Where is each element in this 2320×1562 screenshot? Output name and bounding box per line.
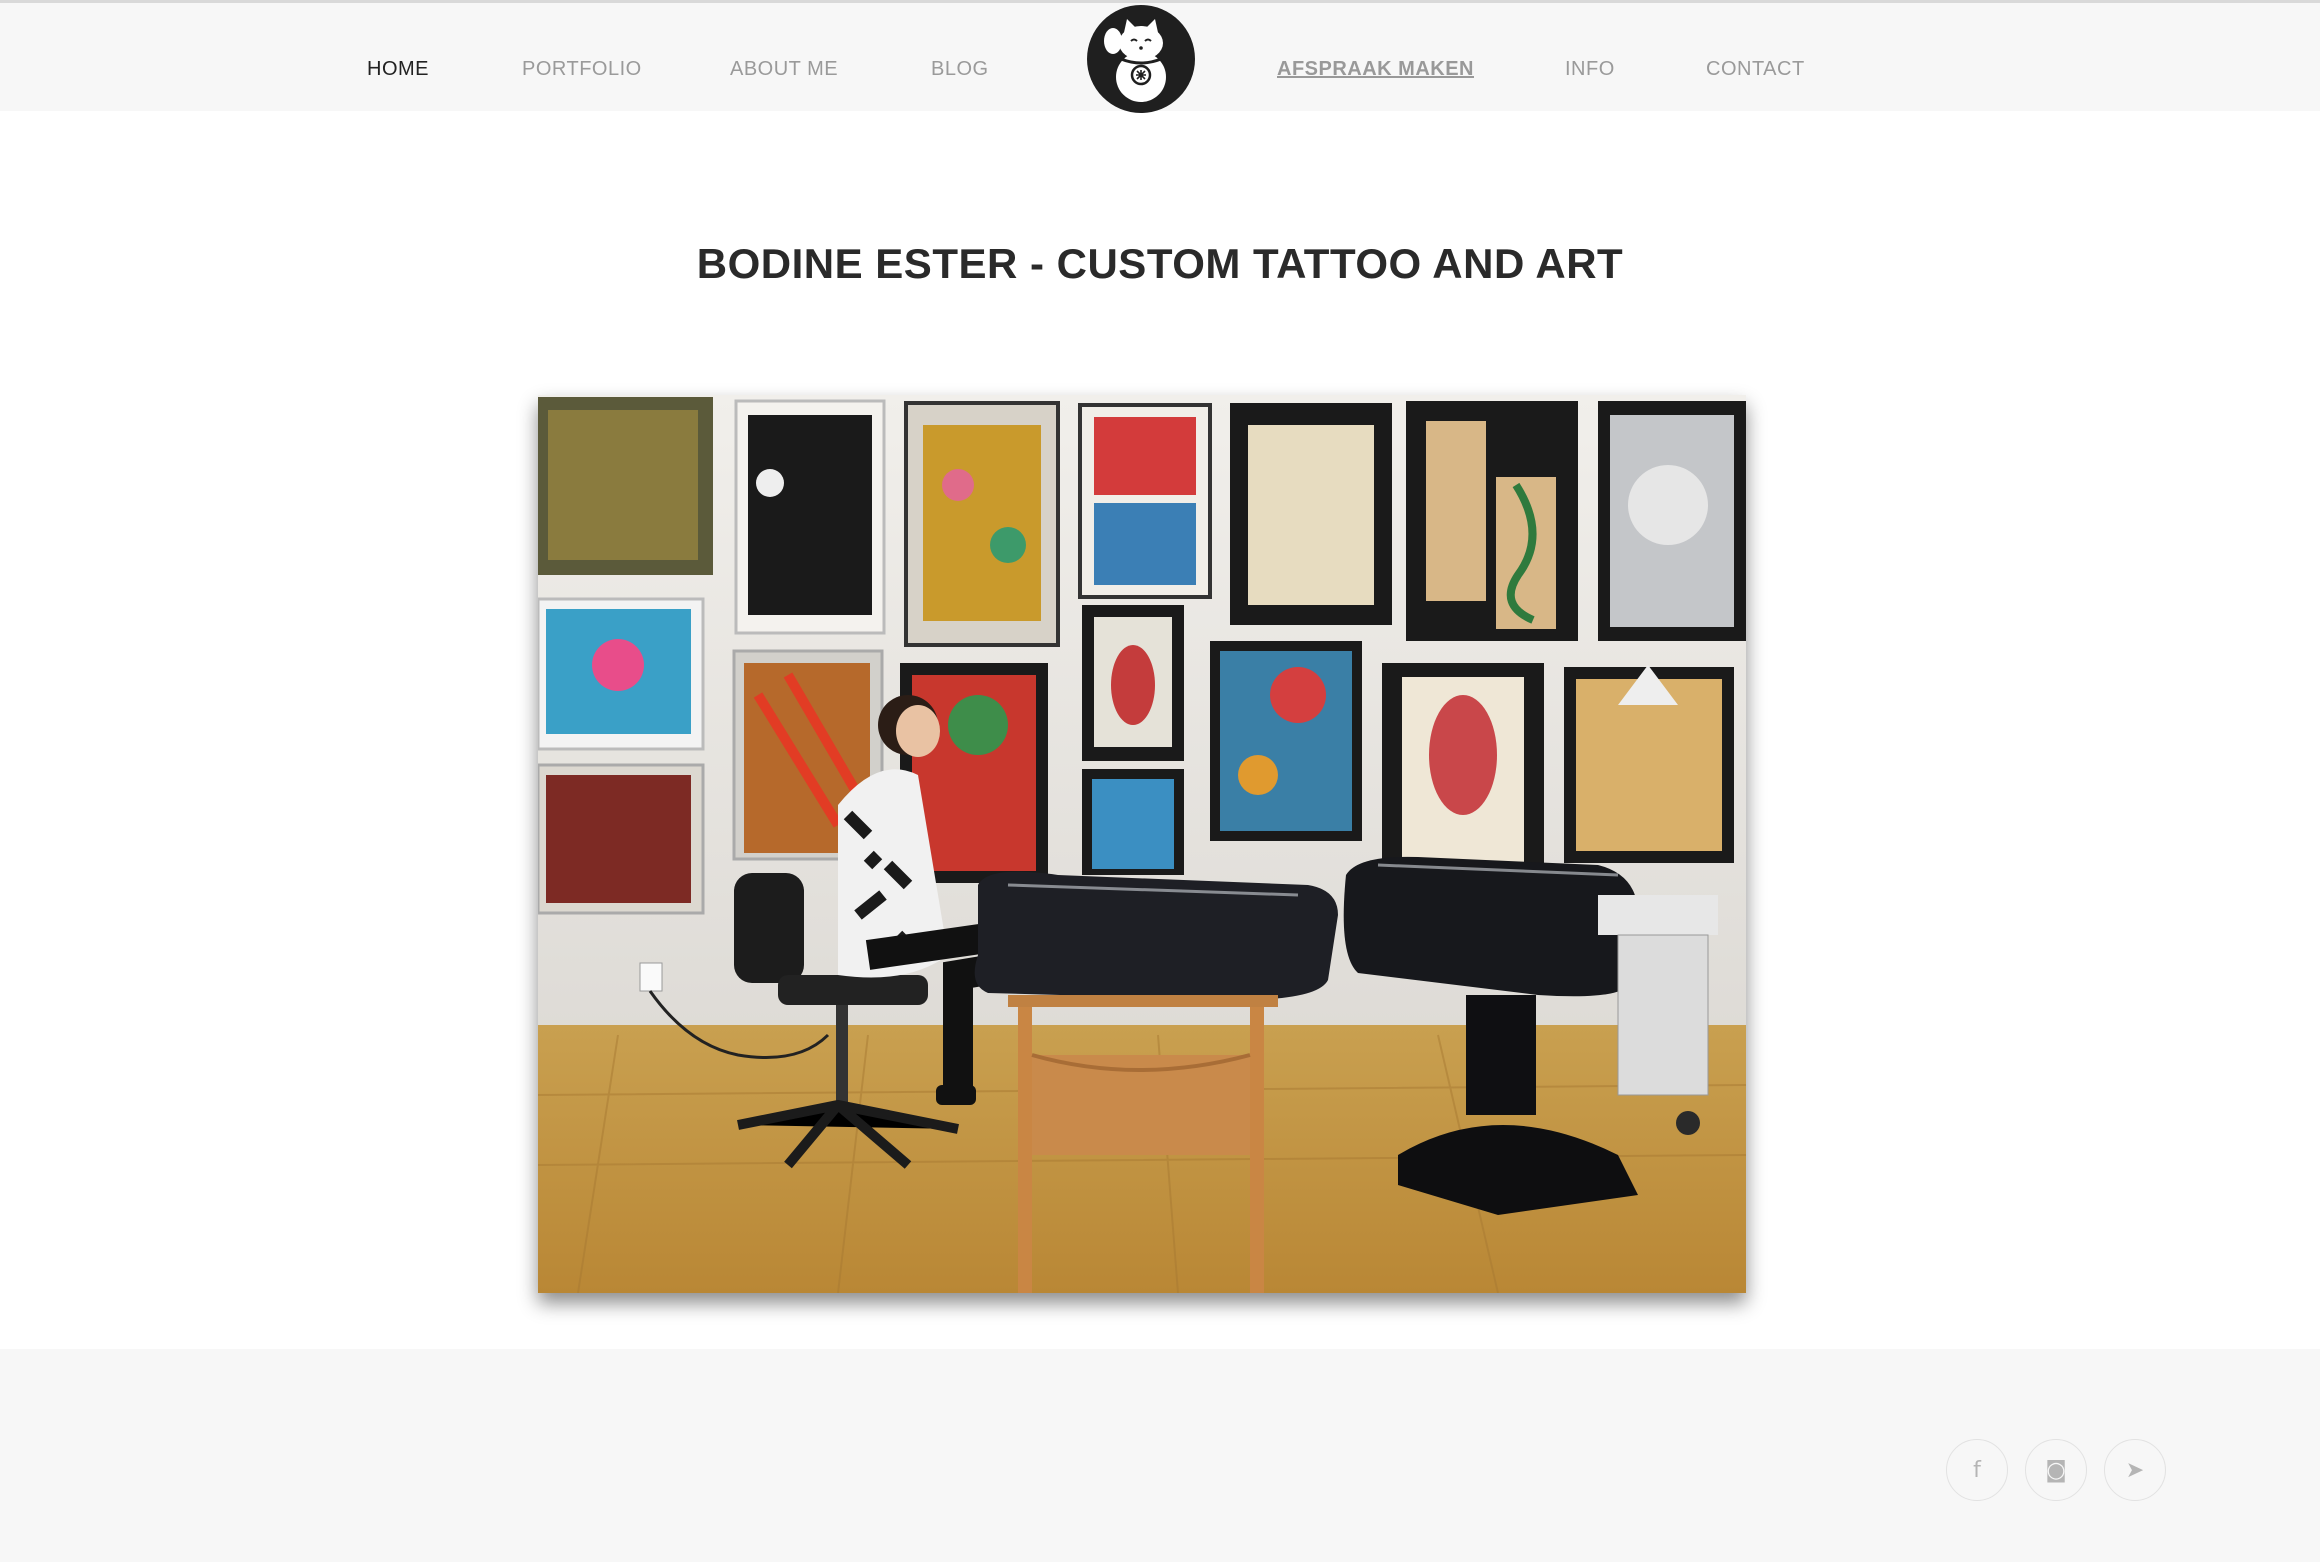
maneki-neko-cat-icon bbox=[1104, 19, 1166, 102]
telegram-link[interactable]: ➤ bbox=[2104, 1439, 2166, 1501]
site-header: HOME PORTFOLIO ABOUT ME BLOG AFSPRAAK MA… bbox=[0, 3, 2320, 113]
send-icon: ➤ bbox=[2125, 1457, 2145, 1483]
facebook-icon: f bbox=[1973, 1457, 1981, 1483]
facebook-link[interactable]: f bbox=[1946, 1439, 2008, 1501]
instagram-link[interactable]: ◙ bbox=[2025, 1439, 2087, 1501]
nav-portfolio[interactable]: PORTFOLIO bbox=[522, 58, 642, 81]
studio-photo bbox=[538, 395, 1746, 1293]
hero-image bbox=[538, 395, 1746, 1293]
nav-home[interactable]: HOME bbox=[367, 58, 429, 81]
nav-blog[interactable]: BLOG bbox=[931, 58, 989, 81]
instagram-icon: ◙ bbox=[2045, 1457, 2067, 1483]
site-logo[interactable] bbox=[1087, 5, 1195, 113]
nav-about-me[interactable]: ABOUT ME bbox=[730, 58, 838, 81]
nav-make-appointment[interactable]: AFSPRAAK MAKEN bbox=[1277, 58, 1474, 81]
page-title: BODINE ESTER - CUSTOM TATTOO AND ART bbox=[696, 240, 1624, 287]
nav-contact[interactable]: CONTACT bbox=[1706, 58, 1805, 81]
nav-info[interactable]: INFO bbox=[1565, 58, 1615, 81]
